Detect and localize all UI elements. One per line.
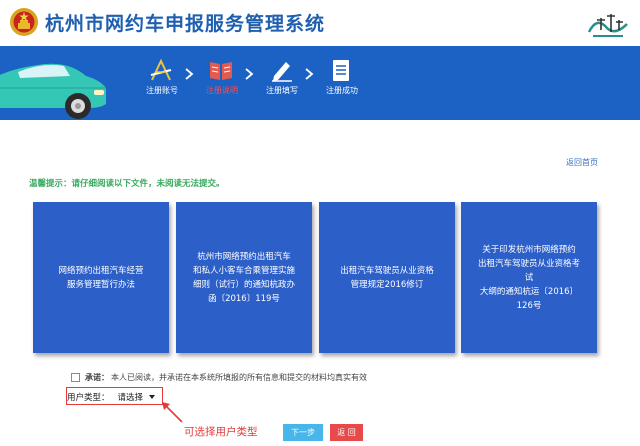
app-title: 杭州市网约车申报服务管理系统: [45, 13, 326, 35]
document-line: 细则（试行）的通知杭政办: [192, 279, 295, 290]
step-label: 注册说明: [206, 86, 238, 95]
registration-page: 杭州市网约车申报服务管理系统 注册账号 注册说明 注册填写 注册成功 返回首页 …: [0, 0, 640, 446]
document-card-4[interactable]: 关于印发杭州市网络预约 出租汽车驾驶员从业资格考试 大纲的通知杭运〔2016〕 …: [461, 202, 597, 353]
car-illustration: [0, 63, 106, 119]
annotation-highlight-box: [66, 387, 163, 405]
document-line: 管理规定2016修订: [350, 279, 424, 290]
step-label: 注册填写: [266, 86, 298, 95]
chevron-right-icon: [185, 68, 194, 80]
back-button[interactable]: 返 回: [330, 424, 363, 441]
chevron-right-icon: [305, 68, 314, 80]
step-banner: 注册账号 注册说明 注册填写 注册成功: [0, 46, 640, 120]
step-label: 注册成功: [326, 86, 358, 95]
pen-ruler-icon: [150, 58, 172, 81]
document-card-3[interactable]: 出租汽车驾驶员从业资格 管理规定2016修订: [319, 202, 455, 353]
agreement-row: 承诺： 本人已阅读，并承诺在本系统所填报的所有信息和提交的材料均真实有效: [71, 371, 367, 383]
reading-notice: 温馨提示：请仔细阅读以下文件，未阅读无法提交。: [29, 179, 225, 189]
document-line: 网络预约出租汽车经营: [58, 265, 144, 276]
document-line: 关于印发杭州市网络预约: [482, 244, 576, 255]
pencil-icon: [272, 62, 292, 82]
document-line: 大纲的通知杭运〔2016〕: [479, 286, 579, 297]
document-line: 出租汽车驾驶员从业资格: [340, 265, 434, 276]
back-home-link[interactable]: 返回首页: [566, 157, 598, 168]
national-emblem-icon: [10, 8, 38, 36]
document-line: 出租汽车驾驶员从业资格考试: [477, 258, 580, 283]
document-card-1[interactable]: 网络预约出租汽车经营 服务管理暂行办法: [33, 202, 169, 353]
agreement-text: 本人已阅读，并承诺在本系统所填报的所有信息和提交的材料均真实有效: [111, 372, 367, 382]
document-line: 和私人小客车合乘管理实施: [192, 265, 295, 276]
document-card-2[interactable]: 杭州市网络预约出租汽车 和私人小客车合乘管理实施 细则（试行）的通知杭政办 函〔…: [176, 202, 312, 353]
header: 杭州市网约车申报服务管理系统: [0, 0, 640, 46]
document-line: 函〔2016〕119号: [208, 293, 280, 304]
chevron-right-icon: [245, 68, 254, 80]
open-book-icon: [210, 62, 232, 80]
document-line: 杭州市网络预约出租汽车: [197, 251, 291, 262]
annotation-text: 可选择用户类型: [184, 426, 258, 438]
next-step-button[interactable]: 下一步: [283, 424, 323, 441]
document-line: 126号: [516, 300, 542, 311]
step-label: 注册账号: [146, 86, 178, 95]
hangzhou-city-logo-icon: [587, 14, 628, 37]
annotation-arrow-icon: [162, 402, 183, 423]
step-success: 注册成功: [318, 54, 388, 114]
agreement-checkbox[interactable]: [71, 372, 80, 382]
document-line: 服务管理暂行办法: [66, 279, 135, 290]
agreement-label: 承诺：: [85, 372, 109, 382]
checklist-icon: [333, 60, 349, 81]
